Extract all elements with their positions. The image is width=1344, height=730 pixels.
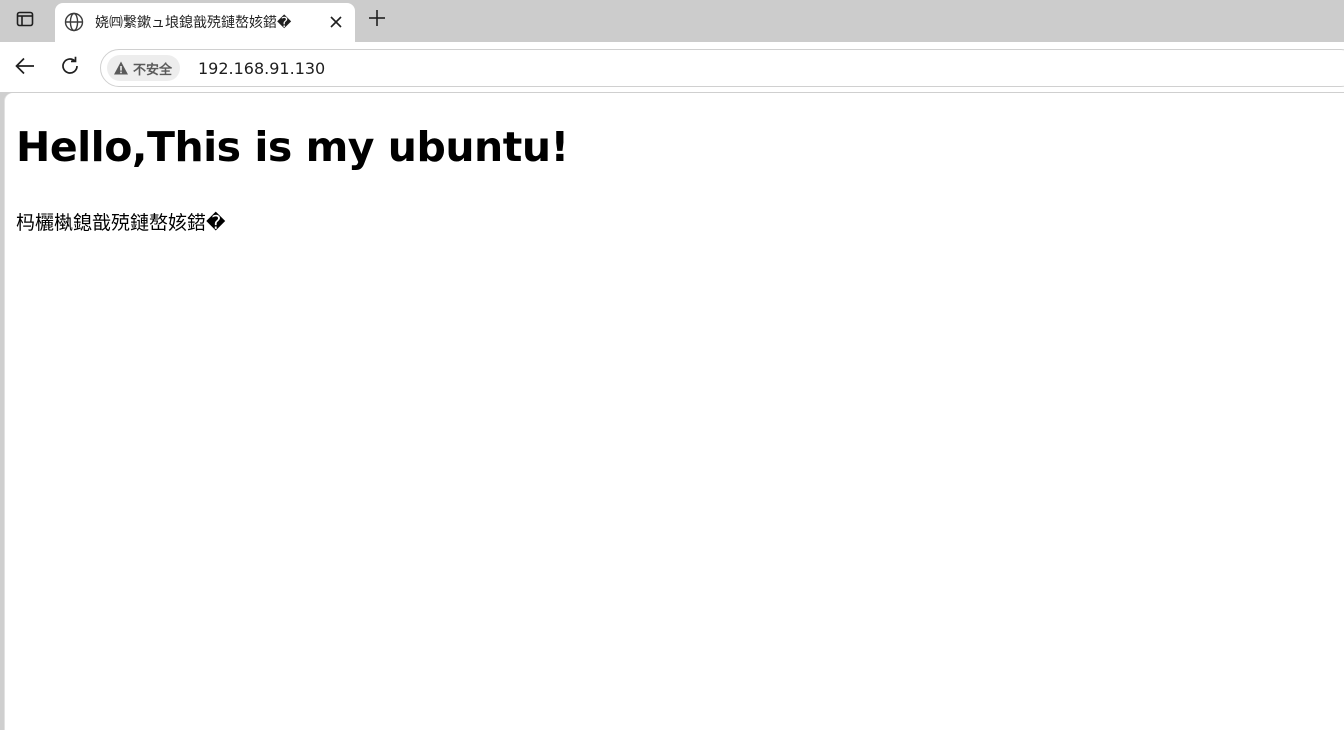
url-text[interactable]: 192.168.91.130 bbox=[198, 59, 325, 78]
browser-toolbar: 不安全 192.168.91.130 bbox=[0, 42, 1344, 92]
plus-icon bbox=[368, 9, 386, 31]
globe-icon bbox=[63, 11, 85, 33]
back-button[interactable] bbox=[10, 53, 40, 83]
security-indicator[interactable]: 不安全 bbox=[107, 55, 181, 81]
new-tab-button[interactable] bbox=[362, 5, 392, 35]
tab-title: 娆㈣繋鏉ュ埌鎴戠殑鏈嶅姟鍣� bbox=[95, 15, 292, 31]
tab-strip: 娆㈣繋鏉ュ埌鎴戠殑鏈嶅姟鍣� bbox=[0, 0, 1344, 42]
close-tab-button[interactable] bbox=[323, 9, 349, 35]
reload-button[interactable] bbox=[55, 53, 85, 83]
tab-actions-icon bbox=[16, 10, 34, 32]
active-tab[interactable]: 娆㈣繋鏉ュ埌鎴戠殑鏈嶅姟鍣� bbox=[55, 3, 355, 42]
address-bar[interactable]: 不安全 192.168.91.130 bbox=[100, 49, 1344, 87]
close-icon bbox=[330, 13, 342, 32]
tab-actions-button[interactable] bbox=[10, 6, 40, 36]
security-label: 不安全 bbox=[133, 62, 173, 78]
page-content: Hello,This is my ubuntu! 杩欐槸鎴戠殑鏈嶅姟鍣� bbox=[5, 93, 1344, 730]
page-paragraph: 杩欐槸鎴戠殑鏈嶅姟鍣� bbox=[16, 212, 226, 234]
reload-icon bbox=[59, 55, 81, 81]
page-heading: Hello,This is my ubuntu! bbox=[16, 123, 569, 171]
back-arrow-icon bbox=[14, 55, 36, 81]
warning-triangle-icon bbox=[113, 60, 129, 76]
